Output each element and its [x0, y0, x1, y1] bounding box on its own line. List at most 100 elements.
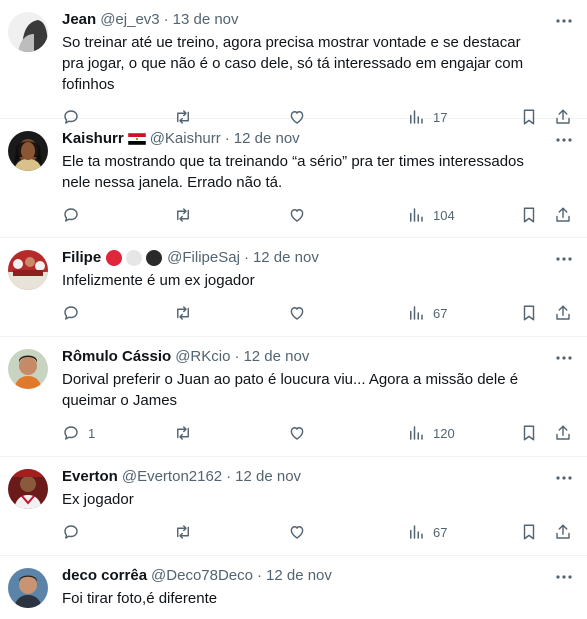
share-button[interactable] [554, 291, 572, 335]
bookmark-button[interactable] [521, 411, 537, 455]
view-count: 104 [433, 207, 455, 223]
bookmark-button[interactable] [521, 510, 537, 554]
more-icon[interactable] [555, 469, 573, 487]
tweet[interactable]: Kaishurr @Kaishurr · 12 de nov Ele ta mo… [0, 119, 587, 238]
view-count: 67 [433, 524, 448, 540]
retweet-icon [173, 424, 193, 442]
more-icon[interactable] [555, 250, 573, 268]
reply-icon [62, 424, 80, 442]
reply-icon [62, 304, 80, 322]
reply-button[interactable] [62, 510, 88, 554]
tweet-text: Foi tirar foto,é diferente [62, 590, 218, 607]
display-name[interactable]: Everton [62, 467, 118, 487]
tweet-header: deco corrêa @Deco78Deco · 12 de nov [62, 566, 573, 586]
tweet[interactable]: Jean @ej_ev3 · 13 de nov So treinar até … [0, 0, 587, 125]
reply-button[interactable] [62, 193, 88, 237]
share-button[interactable] [554, 411, 572, 455]
tweet-text: Ex jogador [62, 491, 134, 508]
avatar[interactable] [8, 568, 48, 608]
handle[interactable]: @Kaishurr [150, 129, 221, 149]
avatar[interactable] [8, 349, 48, 389]
timestamp[interactable]: 13 de nov [173, 10, 239, 30]
more-icon[interactable] [555, 349, 573, 367]
reply-icon [62, 206, 80, 224]
views-button[interactable]: 120 [407, 411, 455, 455]
more-icon[interactable] [555, 568, 573, 586]
like-icon [288, 206, 306, 224]
reply-icon [62, 523, 80, 541]
handle[interactable]: @Deco78Deco [151, 566, 253, 586]
bookmark-button[interactable] [521, 291, 537, 335]
handle[interactable]: @ej_ev3 [100, 10, 159, 30]
timestamp[interactable]: 12 de nov [235, 467, 301, 487]
bookmark-icon [521, 206, 537, 224]
display-name[interactable]: Kaishurr [62, 129, 124, 149]
reply-button[interactable] [62, 291, 88, 335]
share-button[interactable] [554, 510, 572, 554]
reply-count: 1 [88, 425, 96, 441]
avatar[interactable] [8, 469, 48, 509]
display-name[interactable]: Jean [62, 10, 96, 30]
handle[interactable]: @RKcio [175, 347, 230, 367]
retweet-button[interactable] [173, 510, 193, 554]
retweet-icon [173, 206, 193, 224]
handle[interactable]: @FilipeSaj [167, 248, 240, 268]
timestamp[interactable]: 12 de nov [266, 566, 332, 586]
separator: · [224, 130, 230, 147]
display-name[interactable]: deco corrêa [62, 566, 147, 586]
views-button[interactable]: 67 [407, 510, 447, 554]
like-icon [288, 304, 306, 322]
avatar[interactable] [8, 12, 48, 52]
club-color-circles-icon [105, 249, 163, 267]
timestamp[interactable]: 12 de nov [234, 129, 300, 149]
avatar[interactable] [8, 131, 48, 171]
retweet-button[interactable] [173, 193, 193, 237]
avatar[interactable] [8, 250, 48, 290]
bookmark-icon [521, 523, 537, 541]
timestamp[interactable]: 12 de nov [253, 248, 319, 268]
bookmark-icon [521, 424, 537, 442]
display-name[interactable]: Rômulo Cássio [62, 347, 171, 367]
more-icon[interactable] [555, 12, 573, 30]
like-button[interactable] [288, 291, 306, 335]
share-icon [554, 206, 572, 224]
timestamp[interactable]: 12 de nov [243, 347, 309, 367]
like-button[interactable] [288, 510, 306, 554]
views-icon [407, 523, 425, 541]
tweet[interactable]: Rômulo Cássio @RKcio · 12 de nov Dorival… [0, 337, 587, 457]
tweet-header: Jean @ej_ev3 · 13 de nov [62, 10, 573, 30]
separator: · [243, 249, 249, 266]
views-button[interactable]: 104 [407, 193, 455, 237]
tweet-header: Filipe @FilipeSaj · 12 de nov [62, 248, 573, 268]
tweet[interactable]: Filipe @FilipeSaj · 12 de nov Infelizmen… [0, 238, 587, 337]
tweet[interactable]: Everton @Everton2162 · 12 de nov Ex joga… [0, 457, 587, 556]
view-count: 120 [433, 425, 455, 441]
action-bar: 67 [62, 291, 573, 335]
reply-button[interactable]: 1 [62, 411, 95, 455]
like-button[interactable] [288, 411, 306, 455]
like-button[interactable] [288, 193, 306, 237]
retweet-icon [173, 523, 193, 541]
reply-feed: Jean @ej_ev3 · 13 de nov So treinar até … [0, 0, 587, 619]
share-button[interactable] [554, 193, 572, 237]
retweet-button[interactable] [173, 411, 193, 455]
action-bar: 104 [62, 193, 573, 237]
tweet-header: Rômulo Cássio @RKcio · 12 de nov [62, 347, 573, 367]
retweet-button[interactable] [173, 291, 193, 335]
display-name[interactable]: Filipe [62, 248, 101, 268]
like-icon [288, 523, 306, 541]
like-icon [288, 424, 306, 442]
retweet-icon [173, 304, 193, 322]
tweet-text: So treinar até ue treino, agora precisa … [62, 34, 524, 93]
tweet[interactable]: deco corrêa @Deco78Deco · 12 de nov Foi … [0, 556, 587, 619]
views-icon [407, 206, 425, 224]
handle[interactable]: @Everton2162 [122, 467, 222, 487]
bookmark-button[interactable] [521, 193, 537, 237]
tweet-text: Infelizmente é um ex jogador [62, 272, 255, 289]
egypt-flag-icon [127, 133, 146, 145]
tweet-text: Dorival preferir o Juan ao pato é loucur… [62, 371, 519, 409]
more-icon[interactable] [555, 131, 573, 149]
views-button[interactable]: 67 [407, 291, 447, 335]
share-icon [554, 424, 572, 442]
view-count: 67 [433, 305, 448, 321]
